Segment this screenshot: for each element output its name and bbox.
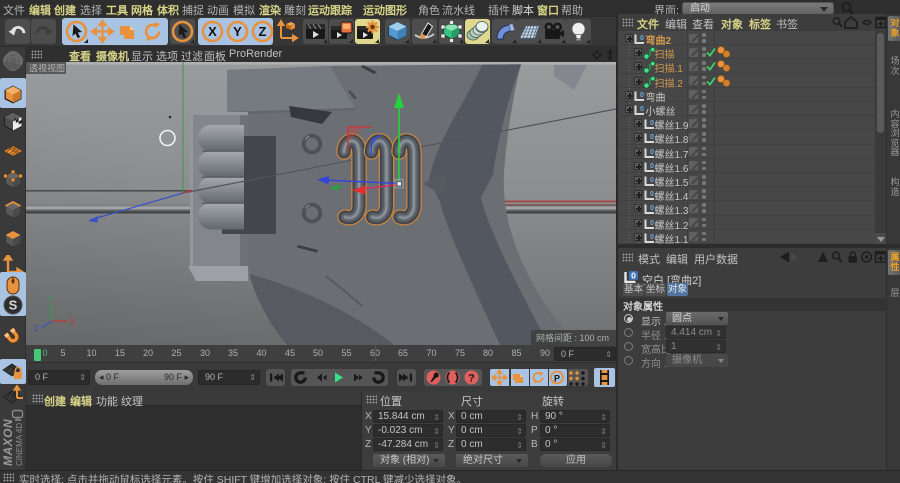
svg-text:Z: Z xyxy=(34,324,39,333)
svg-text:15: 15 xyxy=(115,348,125,358)
svg-text:Z: Z xyxy=(259,24,267,39)
svg-text:P: P xyxy=(554,374,560,384)
svg-text:0: 0 xyxy=(650,134,654,141)
svg-text:0: 0 xyxy=(650,205,654,212)
svg-text:25: 25 xyxy=(171,348,181,358)
svg-text:5: 5 xyxy=(60,348,65,358)
svg-text:10: 10 xyxy=(86,348,96,358)
svg-text:MAXON: MAXON xyxy=(1,419,15,466)
svg-text:0: 0 xyxy=(650,177,654,184)
svg-text:20: 20 xyxy=(143,348,153,358)
svg-text:CINEMA 4D: CINEMA 4D xyxy=(15,423,24,466)
svg-text:55: 55 xyxy=(341,348,351,358)
svg-text:0: 0 xyxy=(640,106,644,113)
svg-text:0: 0 xyxy=(42,348,47,358)
svg-text:75: 75 xyxy=(455,348,465,358)
svg-text:X: X xyxy=(208,24,217,39)
svg-text:网格间距 : 100 cm: 网格间距 : 100 cm xyxy=(536,332,609,343)
svg-text:透视视图: 透视视图 xyxy=(29,63,65,74)
svg-text:35: 35 xyxy=(228,348,238,358)
svg-text:0: 0 xyxy=(650,163,654,170)
svg-text:45: 45 xyxy=(285,348,295,358)
svg-text:90: 90 xyxy=(540,348,550,358)
svg-text:80: 80 xyxy=(483,348,493,358)
svg-text:0: 0 xyxy=(650,191,654,198)
svg-text:50: 50 xyxy=(313,348,323,358)
svg-text:Y: Y xyxy=(48,296,54,305)
svg-text:?: ? xyxy=(468,373,475,385)
svg-text:Y: Y xyxy=(233,24,242,39)
svg-text:0: 0 xyxy=(640,35,644,42)
svg-text:0: 0 xyxy=(650,220,654,227)
svg-text:40: 40 xyxy=(256,348,266,358)
svg-text:0: 0 xyxy=(631,271,636,281)
svg-text:85: 85 xyxy=(511,348,521,358)
svg-text:70: 70 xyxy=(426,348,436,358)
svg-text:0: 0 xyxy=(640,92,644,99)
svg-text:0: 0 xyxy=(650,234,654,241)
svg-text:65: 65 xyxy=(398,348,408,358)
svg-text:0: 0 xyxy=(650,149,654,156)
svg-text:30: 30 xyxy=(200,348,210,358)
svg-text:S: S xyxy=(9,298,18,313)
svg-text:X: X xyxy=(70,318,76,327)
svg-text:0: 0 xyxy=(650,120,654,127)
